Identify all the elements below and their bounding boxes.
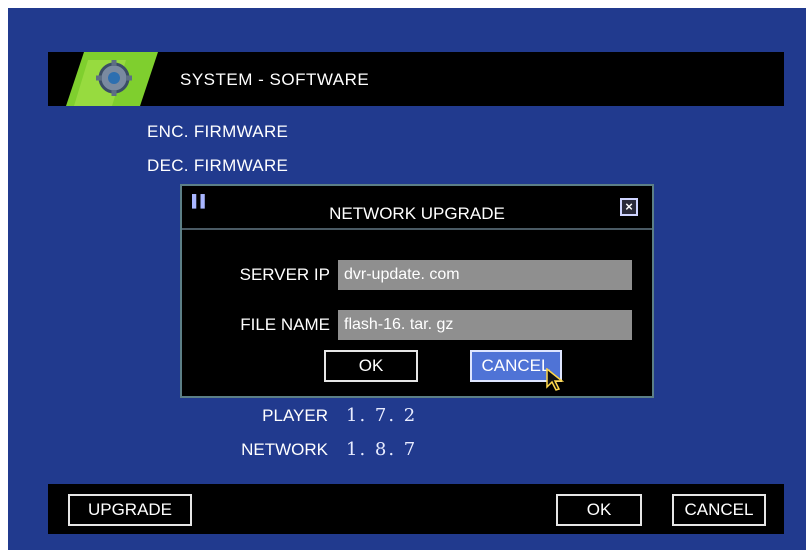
page-title: SYSTEM - SOFTWARE	[180, 70, 370, 89]
version-label-network: NETWORK	[241, 440, 328, 459]
server-ip-input[interactable]	[338, 260, 632, 290]
dialog-header[interactable]: ▌▌ NETWORK UPGRADE ×	[182, 186, 652, 230]
version-value-network: 1. 8. 7	[346, 439, 418, 460]
screen: SYSTEM - SOFTWARE ENC. FIRMWARE DEC. FIR…	[8, 8, 806, 550]
mouse-cursor-icon	[546, 368, 564, 391]
file-name-label: FILE NAME	[240, 315, 330, 334]
gear-icon	[66, 52, 158, 106]
bottom-bar: UPGRADE OK CANCEL	[48, 484, 784, 534]
cancel-button[interactable]: CANCEL	[672, 494, 766, 526]
ok-button[interactable]: OK	[556, 494, 642, 526]
title-bar: SYSTEM - SOFTWARE	[48, 52, 784, 106]
upgrade-button[interactable]: UPGRADE	[68, 494, 192, 526]
dialog-ok-button[interactable]: OK	[324, 350, 418, 382]
network-upgrade-dialog: ▌▌ NETWORK UPGRADE × SERVER IP FILE NAME…	[180, 184, 654, 398]
close-icon[interactable]: ×	[620, 198, 638, 216]
version-value-player: 1. 7. 2	[346, 405, 418, 426]
menu-item-dec-firmware[interactable]: DEC. FIRMWARE	[147, 156, 288, 176]
version-label-player: PLAYER	[262, 406, 328, 425]
file-name-input[interactable]	[338, 310, 632, 340]
dialog-title: NETWORK UPGRADE	[329, 204, 505, 223]
server-ip-label: SERVER IP	[239, 265, 330, 284]
menu-item-enc-firmware[interactable]: ENC. FIRMWARE	[147, 122, 288, 142]
